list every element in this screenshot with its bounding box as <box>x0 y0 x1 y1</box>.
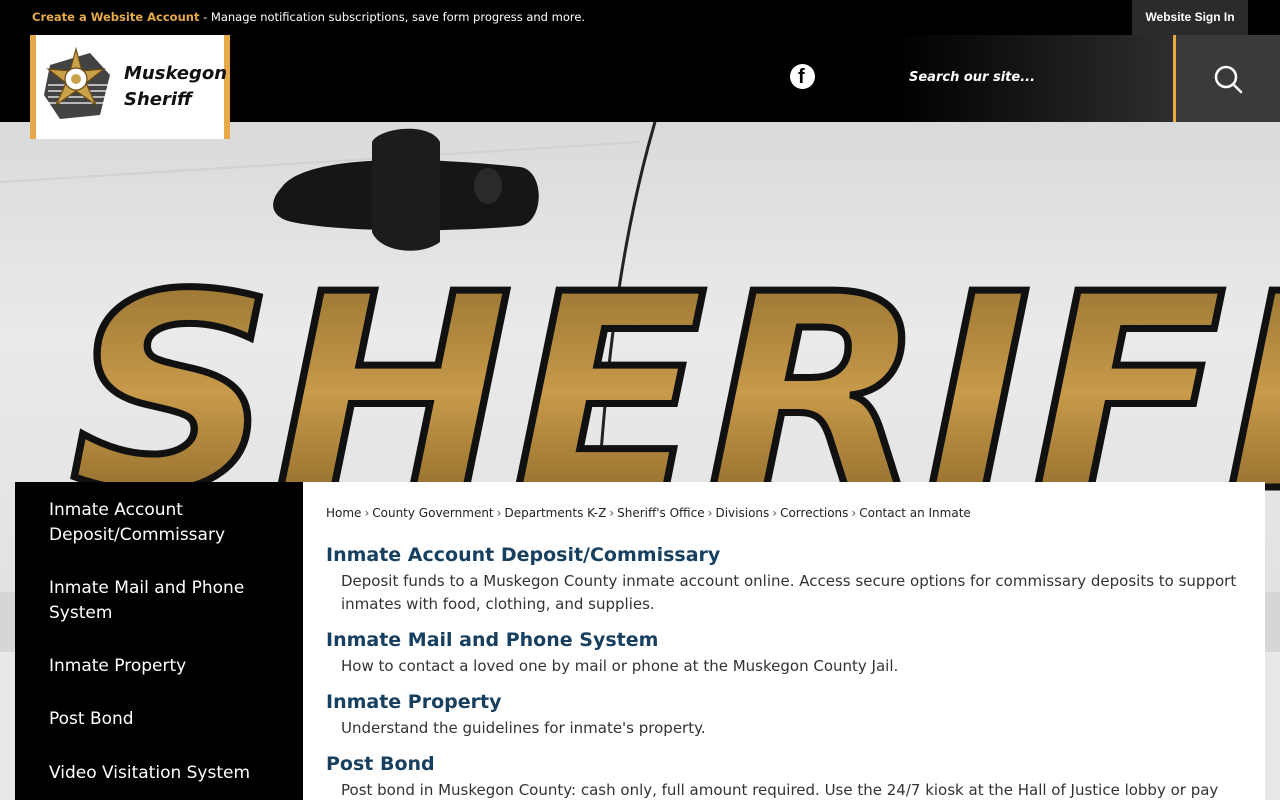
breadcrumb-home[interactable]: Home <box>326 506 361 520</box>
main-content: Home › County Government › Departments K-Z › S… <box>303 482 1265 800</box>
list-item: Post Bond Post bond in Muskegon County: … <box>326 753 1246 800</box>
entry-description: Post bond in Muskegon County: cash only,… <box>341 781 1219 799</box>
entry-description: Understand the guidelines for inmate's p… <box>341 719 706 737</box>
search-area <box>895 35 1175 122</box>
logo-text: Muskegon Sheriff <box>124 61 227 113</box>
list-item: Inmate Property Understand the guideline… <box>326 691 1246 740</box>
nav-services[interactable]: Services <box>385 35 452 122</box>
facebook-icon[interactable]: f <box>790 64 815 89</box>
entry-title-link[interactable]: Inmate Property <box>326 691 1246 713</box>
sidebar-item-inmate-account[interactable]: Inmate Account Deposit/Commissary <box>49 498 289 548</box>
sidebar-item-post-bond[interactable]: Post Bond <box>49 707 289 732</box>
entry-description: Deposit funds to a Muskegon County inmat… <box>341 572 1237 613</box>
search-button[interactable] <box>1173 35 1280 122</box>
entry-description: How to contact a loved one by mail or ph… <box>341 657 899 675</box>
site-logo[interactable]: Muskegon Sheriff <box>30 35 230 139</box>
sidebar-item-mail-phone[interactable]: Inmate Mail and Phone System <box>49 576 289 626</box>
breadcrumb-county-government[interactable]: County Government <box>372 506 493 520</box>
account-promo: Create a Website Account - Manage notifi… <box>32 10 585 24</box>
breadcrumb: Home › County Government › Departments K-Z › S… <box>326 506 971 520</box>
sheriff-star-icon <box>44 46 110 119</box>
utility-bar: Create a Website Account - Manage notifi… <box>0 0 1280 35</box>
sign-in-button[interactable]: Website Sign In <box>1132 0 1248 35</box>
nav-divisions[interactable]: Divisions <box>267 35 339 122</box>
entry-title-link[interactable]: Post Bond <box>326 753 1246 775</box>
entry-title-link[interactable]: Inmate Mail and Phone System <box>326 629 1246 651</box>
list-item: Inmate Account Deposit/Commissary Deposi… <box>326 544 1246 616</box>
breadcrumb-corrections[interactable]: Corrections <box>780 506 848 520</box>
nav-how-do-i[interactable]: How Do I <box>622 35 694 122</box>
sidebar-item-inmate-property[interactable]: Inmate Property <box>49 654 289 679</box>
logo-line-2: Sheriff <box>124 89 193 110</box>
breadcrumb-departments[interactable]: Departments K-Z <box>504 506 606 520</box>
breadcrumb-sheriffs-office[interactable]: Sheriff's Office <box>617 506 705 520</box>
nav-programs[interactable]: Programs <box>497 35 573 122</box>
sidebar-nav: Inmate Account Deposit/Commissary Inmate… <box>15 482 303 800</box>
sidebar-item-video-visitation[interactable]: Video Visitation System <box>49 761 289 786</box>
entry-title-link[interactable]: Inmate Account Deposit/Commissary <box>326 544 1246 566</box>
account-promo-text: - Manage notification subscriptions, sav… <box>199 10 586 24</box>
search-icon <box>1214 65 1243 94</box>
list-item: Inmate Mail and Phone System How to cont… <box>326 629 1246 678</box>
create-account-link[interactable]: Create a Website Account <box>32 10 199 24</box>
logo-line-1: Muskegon <box>124 63 228 84</box>
breadcrumb-divisions[interactable]: Divisions <box>715 506 769 520</box>
site-header: Muskegon Sheriff Divisions Services Prog… <box>0 35 1280 139</box>
search-input[interactable] <box>909 63 1159 91</box>
breadcrumb-current: Contact an Inmate <box>859 506 971 520</box>
